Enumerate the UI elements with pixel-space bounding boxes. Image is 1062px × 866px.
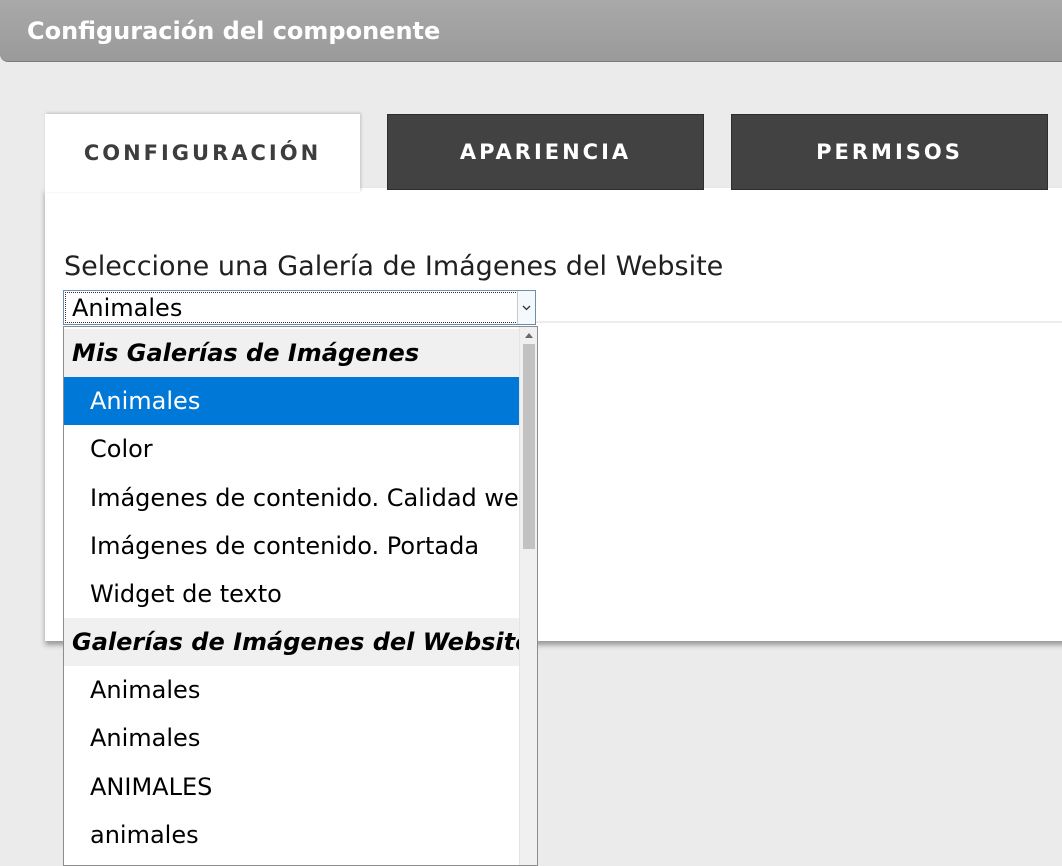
option-color[interactable]: Color (64, 425, 521, 473)
tab-apariencia[interactable]: APARIENCIA (387, 114, 704, 190)
dropdown-scrollbar[interactable] (519, 327, 537, 865)
option-mis-animales[interactable]: Animales (64, 377, 521, 425)
option-website-animales-2[interactable]: Animales (64, 714, 521, 762)
option-website-animales-3[interactable]: ANIMALES (64, 763, 521, 811)
option-label: Imágenes de contenido. Calidad web (90, 484, 535, 512)
optgroup-website: Galerías de Imágenes del Website (64, 618, 531, 666)
option-label: Animales (90, 676, 201, 704)
gallery-select[interactable]: Animales (63, 290, 536, 325)
option-label: Imágenes de contenido. Portada (90, 532, 480, 560)
option-label: Color (90, 435, 153, 463)
option-label: animales (90, 821, 199, 849)
option-label: Widget de texto (90, 580, 282, 608)
optgroup-label: Galerías de Imágenes del Website (72, 628, 532, 656)
option-portada[interactable]: Imágenes de contenido. Portada (64, 522, 521, 570)
scroll-up-arrow-icon[interactable] (520, 327, 537, 344)
option-label: ANIMALES (90, 773, 213, 801)
option-label: Animales (90, 387, 201, 415)
scrollbar-thumb[interactable] (523, 344, 535, 549)
option-label: Animales (90, 724, 201, 752)
option-calidad-web[interactable]: Imágenes de contenido. Calidad web (64, 474, 534, 522)
gallery-select-value: Animales (72, 294, 183, 322)
window-title: Configuración del componente (27, 17, 441, 45)
gallery-dropdown-list[interactable]: Mis Galerías de Imágenes Animales Color … (63, 326, 538, 866)
option-website-animales-4[interactable]: animales (64, 811, 521, 859)
optgroup-label: Mis Galerías de Imágenes (72, 339, 420, 367)
tab-configuracion[interactable]: CONFIGURACIÓN (45, 114, 360, 192)
window-titlebar: Configuración del componente (0, 0, 1062, 62)
tab-permisos[interactable]: PERMISOS (731, 114, 1048, 190)
gallery-select-label: Seleccione una Galería de Imágenes del W… (64, 251, 724, 282)
panel-divider (535, 321, 1062, 323)
chevron-down-icon[interactable] (517, 291, 535, 324)
optgroup-mis-galerias: Mis Galerías de Imágenes (64, 329, 521, 377)
option-widget-texto[interactable]: Widget de texto (64, 570, 521, 618)
option-website-animales-1[interactable]: Animales (64, 666, 521, 714)
